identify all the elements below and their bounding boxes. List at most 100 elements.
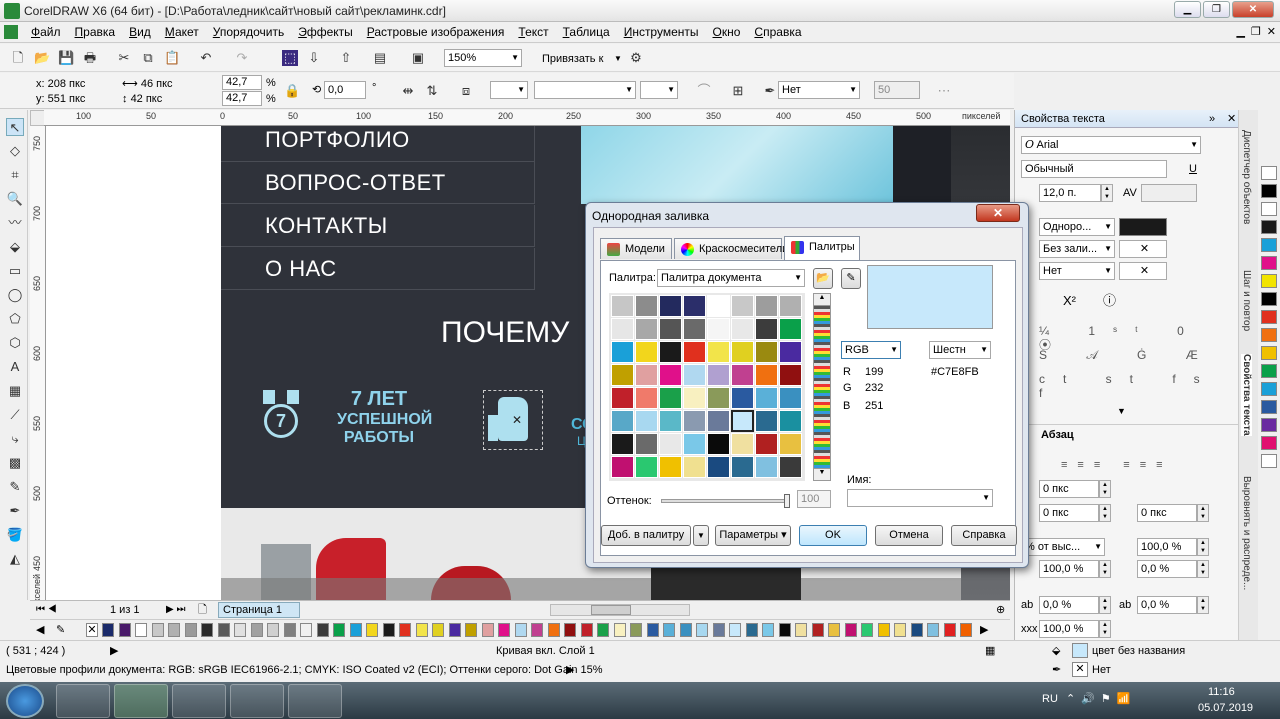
dimension-tool-icon[interactable]: ⟋ [6, 406, 24, 424]
outline-width-dropdown[interactable]: Нет ▼ [778, 81, 860, 99]
color-swatch[interactable] [779, 318, 802, 340]
color-swatch[interactable] [683, 387, 706, 409]
horizontal-ruler[interactable]: 100 50 0 50 100 150 200 250 300 350 400 … [44, 110, 1010, 126]
palette-swatch[interactable] [1261, 292, 1277, 306]
color-swatch[interactable] [779, 456, 802, 478]
search-content-icon[interactable]: ⬚ [282, 50, 298, 66]
palette-swatch[interactable] [102, 623, 114, 637]
palette-swatch[interactable] [663, 623, 675, 637]
undo-icon[interactable]: ↶ [198, 50, 214, 66]
polygon-tool-icon[interactable]: ⬠ [6, 310, 24, 328]
font-style-dropdown[interactable]: Обычный [1021, 160, 1167, 178]
zoom-level-dropdown[interactable]: 150% ▼ [444, 49, 522, 67]
opentype-features-row2[interactable]: S 𝒜 Ġ Æ [1039, 348, 1216, 362]
palette-swatch[interactable] [135, 623, 147, 637]
palette-swatch[interactable] [201, 623, 213, 637]
palette-swatch[interactable] [267, 623, 279, 637]
menu-file[interactable]: Файл [24, 25, 68, 39]
color-swatch[interactable] [779, 387, 802, 409]
cancel-button[interactable]: Отмена [875, 525, 943, 546]
palette-swatch[interactable] [217, 623, 230, 637]
palette-swatch[interactable] [1261, 220, 1277, 234]
palette-swatch[interactable] [316, 623, 329, 637]
palette-swatch[interactable] [828, 623, 840, 637]
palette-swatch[interactable] [894, 623, 906, 637]
start-button[interactable] [6, 684, 44, 718]
palette-swatch[interactable] [613, 623, 626, 637]
ellipse-tool-icon[interactable]: ◯ [6, 286, 24, 304]
basic-shapes-tool-icon[interactable]: ⬡ [6, 334, 24, 352]
menu-layout[interactable]: Макет [158, 25, 206, 39]
explorer-taskbar-icon[interactable] [56, 684, 110, 718]
dialog-close-button[interactable]: ✕ [976, 204, 1020, 222]
connector-tool-icon[interactable]: ⤷ [6, 430, 24, 448]
palette-swatch[interactable] [283, 623, 296, 637]
color-swatch[interactable] [755, 387, 778, 409]
color-swatch[interactable] [755, 410, 778, 432]
lock-ratio-icon[interactable]: 🔒 [284, 83, 300, 99]
help-button[interactable]: Справка [951, 525, 1017, 546]
palette-swatch[interactable] [679, 623, 692, 637]
crop-tool-icon[interactable]: ⌗ [6, 166, 24, 184]
menu-view[interactable]: Вид [122, 25, 158, 39]
palette-swatch[interactable] [531, 623, 543, 637]
no-color-swatch[interactable]: ✕ [86, 623, 98, 637]
palette-swatch[interactable] [118, 623, 131, 637]
palette-swatch[interactable] [1261, 364, 1277, 378]
palette-swatch[interactable] [564, 623, 576, 637]
nav-item-faq[interactable]: ВОПРОС-ОТВЕТ [221, 162, 535, 204]
tab-align-distribute[interactable]: Выровнять и распреде... [1241, 476, 1252, 590]
menu-window[interactable]: Окно [706, 25, 748, 39]
palette-scroll-right-icon[interactable]: ▶ [980, 623, 988, 637]
language-spacing-field[interactable]: 100,0 % [1039, 620, 1099, 638]
color-swatch[interactable] [635, 456, 658, 478]
y-position[interactable]: y: 551 пкс [36, 92, 85, 106]
background-fill-swatch[interactable]: ✕ [1119, 240, 1167, 258]
paragraph-spacing-spinner[interactable]: ▲ ▼ [1197, 538, 1209, 556]
color-model-dropdown[interactable]: RGB ▼ [841, 341, 901, 359]
palette-swatch[interactable] [300, 623, 312, 637]
palette-swatch[interactable] [432, 623, 444, 637]
maximize-button[interactable]: ❐ [1203, 1, 1230, 18]
palette-swatch[interactable] [943, 623, 956, 637]
subscript-icon[interactable]: X² [1063, 294, 1076, 308]
palette-swatch[interactable] [696, 623, 708, 637]
palette-swatch[interactable] [927, 623, 939, 637]
color-swatch[interactable] [755, 295, 778, 317]
word-spacing-field[interactable]: 0,0 % [1137, 596, 1197, 614]
palette-swatch[interactable] [333, 623, 345, 637]
options-icon[interactable]: ⚙ [628, 50, 644, 66]
palette-swatch[interactable] [861, 623, 873, 637]
background-fill-dropdown[interactable]: Без зали... ▼ [1039, 240, 1115, 258]
smart-fill-tool-icon[interactable]: ⬙ [6, 238, 24, 256]
freehand-tool-icon[interactable]: 〰 [6, 214, 24, 232]
left-indent-field[interactable]: 0 пкс [1039, 480, 1099, 498]
paste-icon[interactable]: 📋 [164, 50, 180, 66]
node-reduce-icon[interactable]: ⋯ [936, 83, 952, 99]
palette-swatch[interactable] [745, 623, 758, 637]
after-spacing-spinner[interactable]: ▲ ▼ [1197, 560, 1209, 578]
style-dropdown-b[interactable]: ▼ [534, 81, 636, 99]
palette-swatch[interactable] [399, 623, 411, 637]
color-swatch[interactable] [779, 433, 802, 455]
text-fill-type-dropdown[interactable]: Одноро... ▼ [1039, 218, 1115, 236]
scale-x-field[interactable]: 42,7 [222, 75, 262, 90]
color-swatch[interactable] [659, 318, 682, 340]
palette-scroll-left-icon[interactable]: ◀ [36, 623, 44, 637]
tint-value-field[interactable]: 100 [797, 490, 831, 508]
mirror-horizontal-icon[interactable]: ⇹ [400, 83, 416, 99]
style-dropdown-a[interactable]: ▼ [490, 81, 528, 99]
docker-expand-icon[interactable]: » [1209, 112, 1215, 126]
color-swatch[interactable] [611, 410, 634, 432]
fill-tool-icon[interactable]: 🪣 [6, 526, 24, 544]
tab-object-manager[interactable]: Диспетчер объектов [1241, 130, 1252, 224]
palette-scrollbar[interactable]: ▲ ▼ [813, 293, 831, 481]
color-swatch[interactable] [683, 456, 706, 478]
pick-tool-icon[interactable]: ↖ [6, 118, 24, 136]
palette-swatch[interactable] [960, 623, 972, 637]
tab-models[interactable]: Модели [600, 238, 672, 259]
vertical-ruler[interactable]: 750 700 650 600 550 500 450 пикселей [30, 126, 46, 612]
print-icon[interactable]: 🖶 [82, 50, 98, 66]
eyedropper-icon[interactable]: ✎ [841, 268, 861, 289]
palette-swatch[interactable] [1261, 346, 1277, 360]
